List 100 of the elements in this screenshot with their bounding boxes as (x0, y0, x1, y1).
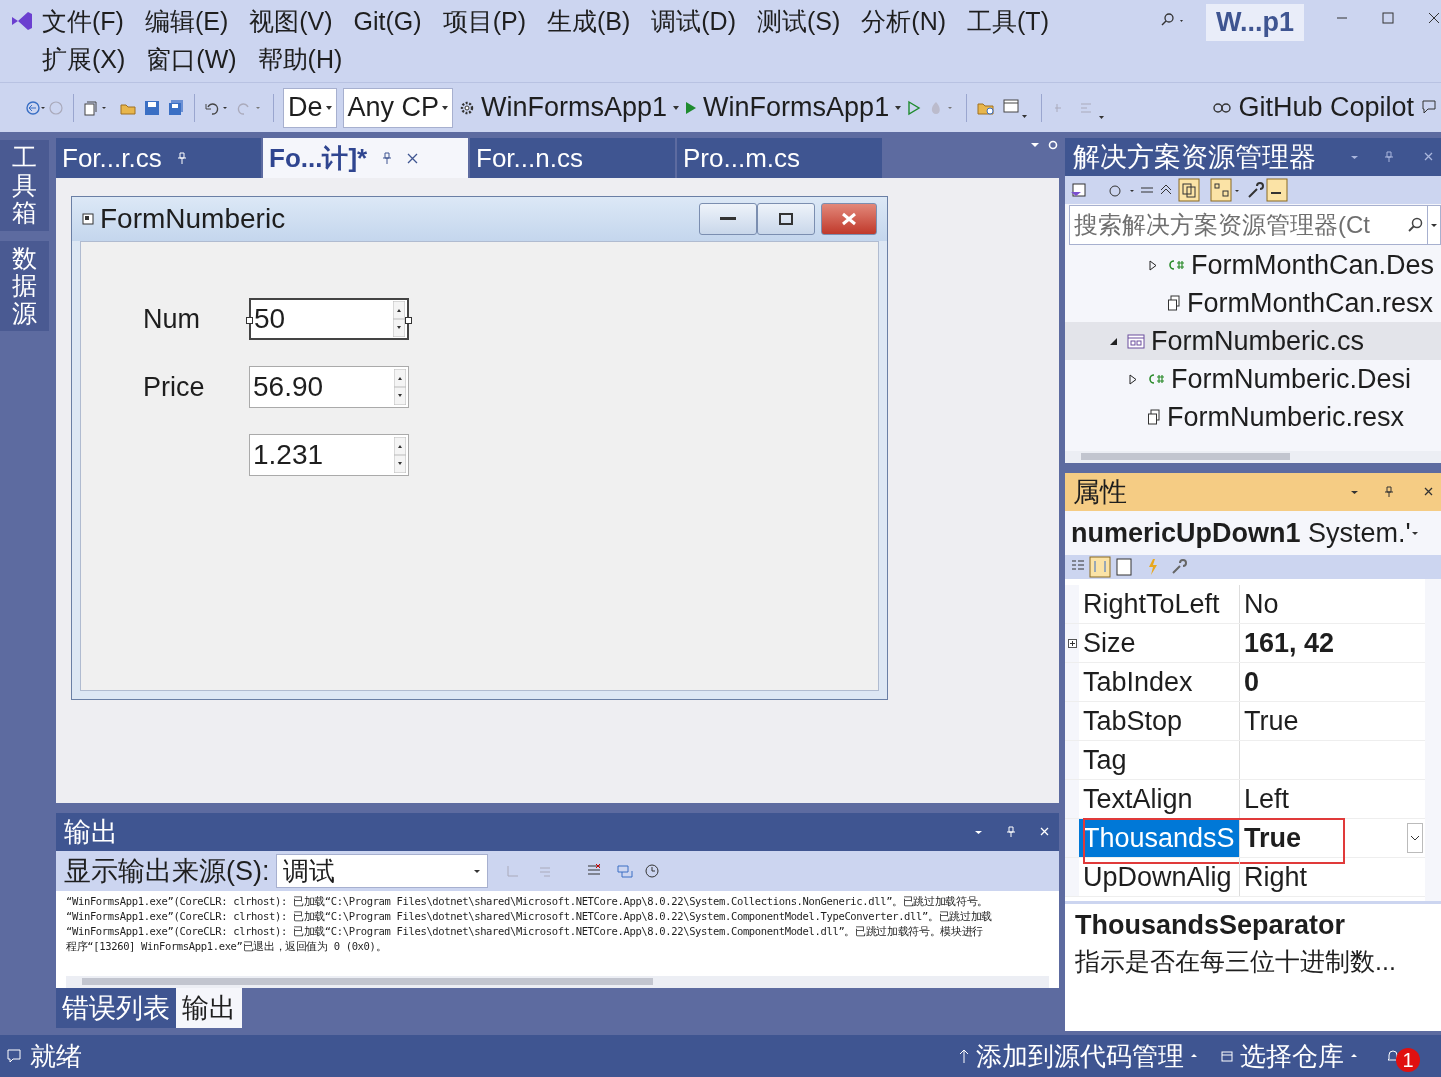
search-icon[interactable] (1407, 217, 1423, 233)
resize-handle[interactable] (246, 317, 253, 324)
save-all-icon[interactable] (167, 98, 185, 117)
pin-icon[interactable] (175, 151, 188, 165)
property-value[interactable]: True (1244, 705, 1299, 737)
side-tab[interactable]: 工具箱 (0, 140, 49, 231)
editor-tab[interactable]: Pro...m.cs (677, 138, 882, 178)
numeric-updown[interactable]: 50 (249, 298, 409, 340)
property-value[interactable]: No (1244, 588, 1279, 620)
property-value[interactable]: 161, 42 (1244, 627, 1335, 659)
pin-icon[interactable] (381, 151, 394, 165)
property-value[interactable]: Right (1244, 861, 1308, 893)
property-name[interactable]: TabIndex (1065, 663, 1240, 701)
field-label: Price (143, 371, 205, 402)
menu-item[interactable]: 工具(T) (967, 4, 1049, 38)
property-name[interactable]: RightToLeft (1065, 585, 1240, 623)
editor-tab[interactable]: For...r.cs (56, 138, 261, 178)
platform-dropdown[interactable]: Any CP (342, 87, 454, 128)
back-icon[interactable] (24, 98, 64, 117)
caret-icon[interactable] (1190, 1053, 1198, 1059)
numeric-updown[interactable]: 1.231 (249, 434, 409, 476)
output-line: “WinFormsApp1.exe”(CoreCLR: clrhost): 已加载“C:\Program Files\dotnet\shared\Microsoft.NETCore.App\8.0.22\System.ComponentModel.TypeConverter.dll”。已跳过加载 (66, 909, 993, 924)
close-icon[interactable] (407, 152, 419, 164)
window-title: W...p1 (1206, 4, 1304, 41)
tab-overflow-icon[interactable] (1029, 138, 1059, 150)
form-file-icon (1127, 333, 1145, 349)
collapsed-arrow-icon[interactable] (1129, 373, 1137, 385)
property-value[interactable]: 0 (1244, 666, 1260, 698)
menu-item[interactable]: Git(G) (353, 4, 422, 38)
caret-icon[interactable] (1430, 222, 1438, 228)
property-value[interactable]: True (1244, 822, 1302, 854)
editor-tab[interactable]: For...n.cs (470, 138, 675, 178)
save-icon[interactable] (143, 98, 161, 117)
menu-item[interactable]: 调试(D) (651, 4, 736, 38)
menu-item[interactable]: 视图(V) (249, 4, 333, 38)
menu-item[interactable]: 项目(P) (442, 4, 526, 38)
up-arrow-icon[interactable] (958, 1048, 970, 1064)
tree-item[interactable]: FormNumberic.resx (1065, 398, 1441, 436)
startup-project-dropdown[interactable]: WinFormsApp1 (481, 92, 680, 123)
play-icon[interactable] (685, 100, 698, 115)
run-without-debugging-icon[interactable] (907, 99, 922, 116)
side-tab[interactable]: 数据源 (0, 240, 49, 331)
search-icon[interactable] (1160, 12, 1186, 28)
property-value[interactable]: Left (1244, 783, 1290, 815)
tree-item[interactable]: FormMonthCan.resx (1065, 284, 1441, 322)
property-name[interactable]: TextAlign (1065, 780, 1240, 818)
menu-item[interactable]: 分析(N) (861, 4, 947, 38)
property-name[interactable]: UpDownAlig (1065, 858, 1240, 896)
panel-tab[interactable]: 输出 (176, 988, 242, 1028)
spin-arrows-icon[interactable] (394, 437, 406, 473)
scrollbar-thumb[interactable] (1081, 453, 1290, 460)
output-line: 程序“[13260] WinFormsApp1.exe”已退出，返回值为 0 (0x0)。 (66, 939, 388, 954)
panel-tab[interactable]: 错误列表 (56, 988, 176, 1028)
caret-icon[interactable] (1350, 1053, 1358, 1059)
properties-toolbar-icons[interactable] (1069, 556, 1189, 578)
editor-tab[interactable]: Fo...计]* (263, 138, 468, 178)
gear-icon[interactable] (459, 99, 476, 116)
repository-icon[interactable] (1220, 1049, 1234, 1063)
caret-icon[interactable] (472, 868, 481, 874)
description-title: ThousandsSeparator (1075, 910, 1347, 941)
menu-item[interactable]: 生成(B) (546, 4, 631, 38)
property-name[interactable]: Size (1065, 624, 1240, 662)
expand-icon[interactable] (1067, 638, 1077, 648)
resize-handle[interactable] (405, 317, 412, 324)
start-debugging-button[interactable]: WinFormsApp1 (685, 92, 902, 123)
notification-badge: 1 (1396, 1048, 1420, 1072)
property-name[interactable]: TabStop (1065, 702, 1240, 740)
tree-item[interactable]: FormMonthCan.Des (1065, 246, 1441, 284)
solution-toolbar-icons[interactable] (1069, 178, 1289, 202)
menu-item[interactable]: 编辑(E) (144, 4, 229, 38)
resource-file-icon (1167, 295, 1181, 311)
copilot-button[interactable]: GitHub Copilot (1212, 92, 1414, 123)
property-name[interactable]: Tag (1065, 741, 1240, 779)
caret-icon[interactable] (1410, 530, 1419, 536)
tree-item[interactable]: FormNumberic.Desi (1065, 360, 1441, 398)
output-line: “WinFormsApp1.exe”(CoreCLR: clrhost): 已加载“C:\Program Files\dotnet\shared\Microsoft.NETCore.App\8.0.22\System.Collections.NonGeneric.dll”。已跳过加载符号。 (66, 894, 989, 909)
menu-item[interactable]: 扩展(X) (42, 42, 126, 76)
search-field[interactable]: 搜索解决方案资源管理器(Ct (1069, 205, 1441, 245)
form-title: FormNumberic (100, 203, 286, 235)
source-dropdown[interactable]: 调试 (275, 854, 488, 888)
repository-button[interactable]: 选择仓库 (1220, 1038, 1358, 1074)
message-icon (6, 1048, 22, 1064)
expanded-arrow-icon[interactable] (1108, 336, 1118, 346)
bell-icon[interactable] (1386, 1048, 1400, 1064)
spin-arrows-icon[interactable] (393, 301, 405, 337)
menu-item[interactable]: 窗口(W) (146, 42, 237, 76)
collapsed-arrow-icon[interactable] (1149, 259, 1157, 271)
menu-item[interactable]: 测试(S) (757, 4, 841, 38)
maximize-icon[interactable] (1382, 12, 1394, 24)
tree-item[interactable]: FormNumberic.cs (1065, 322, 1441, 360)
menu-item[interactable]: 帮助(H) (257, 42, 343, 76)
source-control-button[interactable]: 添加到源代码管理 (958, 1038, 1198, 1074)
menu-item[interactable]: 文件(F) (42, 4, 124, 38)
numeric-updown[interactable]: 56.90 (249, 366, 409, 408)
spin-arrows-icon[interactable] (394, 369, 406, 405)
close-icon[interactable] (1428, 12, 1440, 24)
panel-title: 解决方案资源管理器 (1073, 141, 1316, 174)
scrollbar-thumb[interactable] (82, 978, 653, 985)
configuration-dropdown[interactable]: De (283, 87, 337, 128)
chevron-down-icon[interactable] (1410, 835, 1420, 841)
